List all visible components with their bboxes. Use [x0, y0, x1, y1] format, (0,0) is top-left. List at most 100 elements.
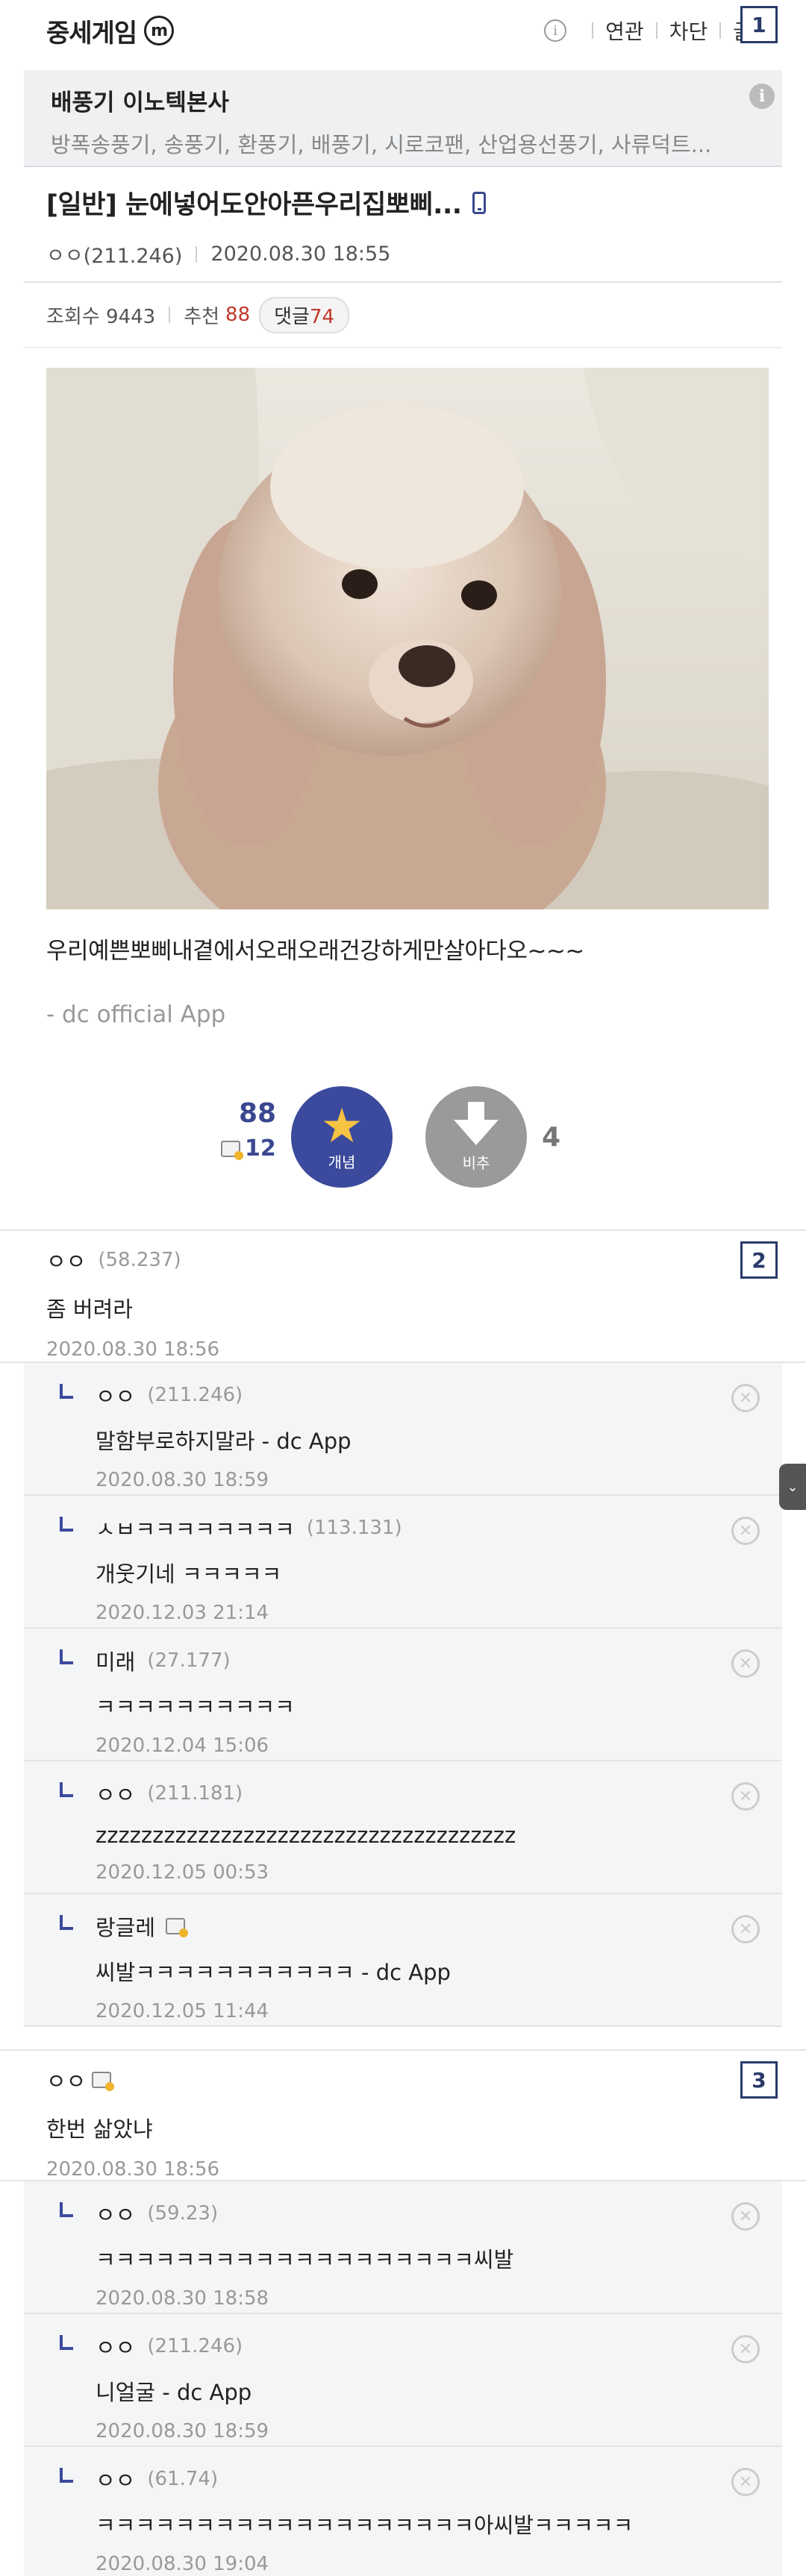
reply-item: ㅇㅇ (59.23) ㅋㅋㅋㅋㅋㅋㅋㅋㅋㅋㅋㅋㅋㅋㅋㅋㅋㅋㅋ씨발 2020.08.…	[24, 2181, 782, 2314]
delete-reply-icon[interactable]: ✕	[731, 1384, 760, 1412]
reply-item: ㅇㅇ (211.181) zzzzzzzzzzzzzzzzzzzzzzzzzzzz…	[24, 1761, 782, 1894]
reply-item: ㅇㅇ (211.246) 말함부로하지말라 - dc App 2020.08.30…	[24, 1363, 782, 1496]
spacer	[0, 2027, 806, 2049]
comment-date: 2020.08.30 18:56	[46, 2158, 220, 2181]
delete-reply-icon[interactable]: ✕	[731, 1915, 760, 1943]
reply-author[interactable]: ㅇㅇ (59.23)	[96, 2198, 782, 2229]
reply-nick: ㅇㅇ	[96, 2202, 136, 2228]
post-meta: ㅇㅇ(211.246) 2020.08.30 18:55	[46, 239, 736, 269]
reply-author[interactable]: 랑글레	[96, 1911, 782, 1942]
reply-author[interactable]: ㅇㅇ (211.246)	[96, 2331, 782, 2362]
recommend-count: 88	[225, 304, 251, 326]
reply-author[interactable]: ㅅㅂㅋㅋㅋㅋㅋㅋㅋㅋ (113.131)	[96, 1512, 782, 1544]
divider	[592, 22, 594, 39]
comment-author[interactable]: ㅇㅇ	[46, 2064, 760, 2096]
reply-nick: ㅇㅇ	[96, 1384, 136, 1409]
reply-arrow-icon	[60, 1384, 73, 1399]
gallery-name[interactable]: 중세게임	[46, 13, 137, 49]
reply-text: ㅋㅋㅋㅋㅋㅋㅋㅋㅋㅋ	[96, 1694, 295, 1720]
reply-date: 2020.08.30 18:59	[96, 2420, 269, 2442]
recommend-label: 추천	[184, 305, 220, 328]
reply-date: 2020.12.04 15:06	[96, 1734, 269, 1757]
reply-arrow-icon	[60, 2335, 73, 2350]
reply-label: 댓글	[274, 305, 310, 328]
post-image[interactable]	[46, 368, 769, 909]
reply-nick: ㅅㅂㅋㅋㅋㅋㅋㅋㅋㅋ	[96, 1517, 295, 1542]
post-date: 2020.08.30 18:55	[210, 242, 391, 266]
fixed-user-icon	[166, 1918, 189, 1937]
fixed-upvote: 12	[221, 1135, 276, 1162]
reply-arrow-icon	[60, 1915, 73, 1930]
post-author[interactable]: ㅇㅇ(211.246)	[46, 239, 182, 269]
delete-reply-icon[interactable]: ✕	[731, 2468, 760, 2496]
delete-reply-icon[interactable]: ✕	[731, 1517, 760, 1545]
reply-text: 말함부로하지말라 - dc App	[96, 1429, 352, 1454]
reply-text: 니얼굴 - dc App	[96, 2380, 252, 2405]
reply-ip: (61.74)	[147, 2468, 219, 2490]
delete-reply-icon[interactable]: ✕	[731, 2202, 760, 2231]
downvote-button[interactable]: 비추	[425, 1086, 527, 1188]
reply-ip: (211.181)	[147, 1782, 243, 1805]
reply-count-button[interactable]: 댓글74	[259, 296, 350, 333]
fixed-upvote-count: 12	[245, 1135, 276, 1162]
reply-list: ㅇㅇ (211.246) 말함부로하지말라 - dc App 2020.08.30…	[24, 1363, 782, 2027]
gallery-title[interactable]: 중세게임 m	[46, 13, 175, 49]
comment-date: 2020.08.30 18:56	[46, 1338, 220, 1361]
post-title: [일반] 눈에넣어도안아픈우리집뽀삐...	[46, 184, 736, 222]
view-count: 조회수 9443	[46, 305, 156, 328]
upvote-button[interactable]: ★ 개념	[291, 1086, 393, 1188]
related-link[interactable]: 연관	[605, 16, 644, 46]
reply-author[interactable]: ㅇㅇ (61.74)	[96, 2463, 782, 2495]
reply-text: 씨발ㅋㅋㅋㅋㅋㅋㅋㅋㅋㅋㅋ - dc App	[96, 1960, 451, 1985]
reply-author[interactable]: 미래 (27.177)	[96, 1645, 782, 1676]
ad-info-icon[interactable]: i	[749, 84, 775, 109]
fixed-user-icon	[221, 1140, 243, 1160]
reply-date: 2020.12.05 00:53	[96, 1861, 269, 1884]
delete-reply-icon[interactable]: ✕	[731, 1782, 760, 1811]
upvote-label: 개념	[328, 1153, 356, 1171]
reply-nick: 랑글레	[96, 1915, 156, 1940]
reply-text: ㅋㅋㅋㅋㅋㅋㅋㅋㅋㅋㅋㅋㅋㅋㅋㅋㅋㅋㅋ아씨발ㅋㅋㅋㅋㅋ	[96, 2513, 634, 2538]
reply-author[interactable]: ㅇㅇ (211.246)	[96, 1379, 782, 1411]
reply-item: ㅇㅇ (211.246) 니얼굴 - dc App 2020.08.30 18:5…	[24, 2314, 782, 2447]
reply-item: ㅅㅂㅋㅋㅋㅋㅋㅋㅋㅋ (113.131) 개웃기네 ㅋㅋㅋㅋㅋ 2020.12.0…	[24, 1496, 782, 1629]
comment-nick: ㅇㅇ	[46, 1249, 87, 1274]
reply-arrow-icon	[60, 1649, 73, 1664]
reply-arrow-icon	[60, 1782, 73, 1797]
block-link[interactable]: 차단	[669, 16, 708, 46]
reply-date: 2020.08.30 18:58	[96, 2287, 269, 2310]
reply-nick: 미래	[96, 1649, 136, 1675]
comment-ip: (58.237)	[98, 1249, 181, 1271]
reply-arrow-icon	[60, 1517, 73, 1532]
reply-ip: (59.23)	[147, 2202, 219, 2225]
reply-arrow-icon	[60, 2202, 73, 2217]
reply-ip: (113.131)	[306, 1517, 402, 1539]
info-icon[interactable]: i	[544, 19, 567, 42]
comment-item: ㅇㅇ 한번 삶았냐 2020.08.30 18:56 3	[0, 2049, 806, 2181]
ad-banner[interactable]: 배풍기 이노텍본사 방폭송풍기, 송풍기, 환풍기, 배풍기, 시로코팬, 산업…	[24, 70, 782, 167]
comment-item: ㅇㅇ (58.237) 좀 버려라 2020.08.30 18:56 2	[0, 1231, 806, 1363]
reply-list: ㅇㅇ (59.23) ㅋㅋㅋㅋㅋㅋㅋㅋㅋㅋㅋㅋㅋㅋㅋㅋㅋㅋㅋ씨발 2020.08.…	[24, 2181, 782, 2576]
post-body: 우리예쁜뽀삐내곁에서오래오래건강하게만살아다오~~~	[46, 938, 584, 965]
delete-reply-icon[interactable]: ✕	[731, 1649, 760, 1678]
mobile-icon	[472, 191, 486, 214]
delete-reply-icon[interactable]: ✕	[731, 2335, 760, 2363]
post-header: [일반] 눈에넣어도안아픈우리집뽀삐... ㅇㅇ(211.246) 2020.0…	[24, 167, 782, 283]
reply-author[interactable]: ㅇㅇ (211.181)	[96, 1778, 782, 1809]
reply-nick: ㅇㅇ	[96, 1782, 136, 1808]
comment-author[interactable]: ㅇㅇ (58.237)	[46, 1244, 760, 1276]
divider	[169, 307, 171, 323]
reply-date: 2020.12.03 21:14	[96, 1602, 269, 1624]
reply-date: 2020.08.30 19:04	[96, 2553, 269, 2575]
comment-text: 한번 삶았냐	[46, 2116, 153, 2142]
comment-nick: ㅇㅇ	[46, 2069, 87, 2094]
reply-nick: ㅇㅇ	[96, 2468, 136, 2493]
scroll-down-icon[interactable]: ⌄	[779, 1464, 806, 1510]
minor-gallery-badge-icon: m	[144, 16, 175, 46]
reply-text: zzzzzzzzzzzzzzzzzzzzzzzzzzzzzzzzzzzzz	[96, 1823, 516, 1848]
comment-text: 좀 버려라	[46, 1297, 133, 1322]
downvote-label: 비추	[462, 1153, 490, 1172]
divider	[655, 22, 657, 39]
reply-arrow-icon	[60, 2468, 73, 2483]
downvote-count: 4	[542, 1122, 561, 1153]
